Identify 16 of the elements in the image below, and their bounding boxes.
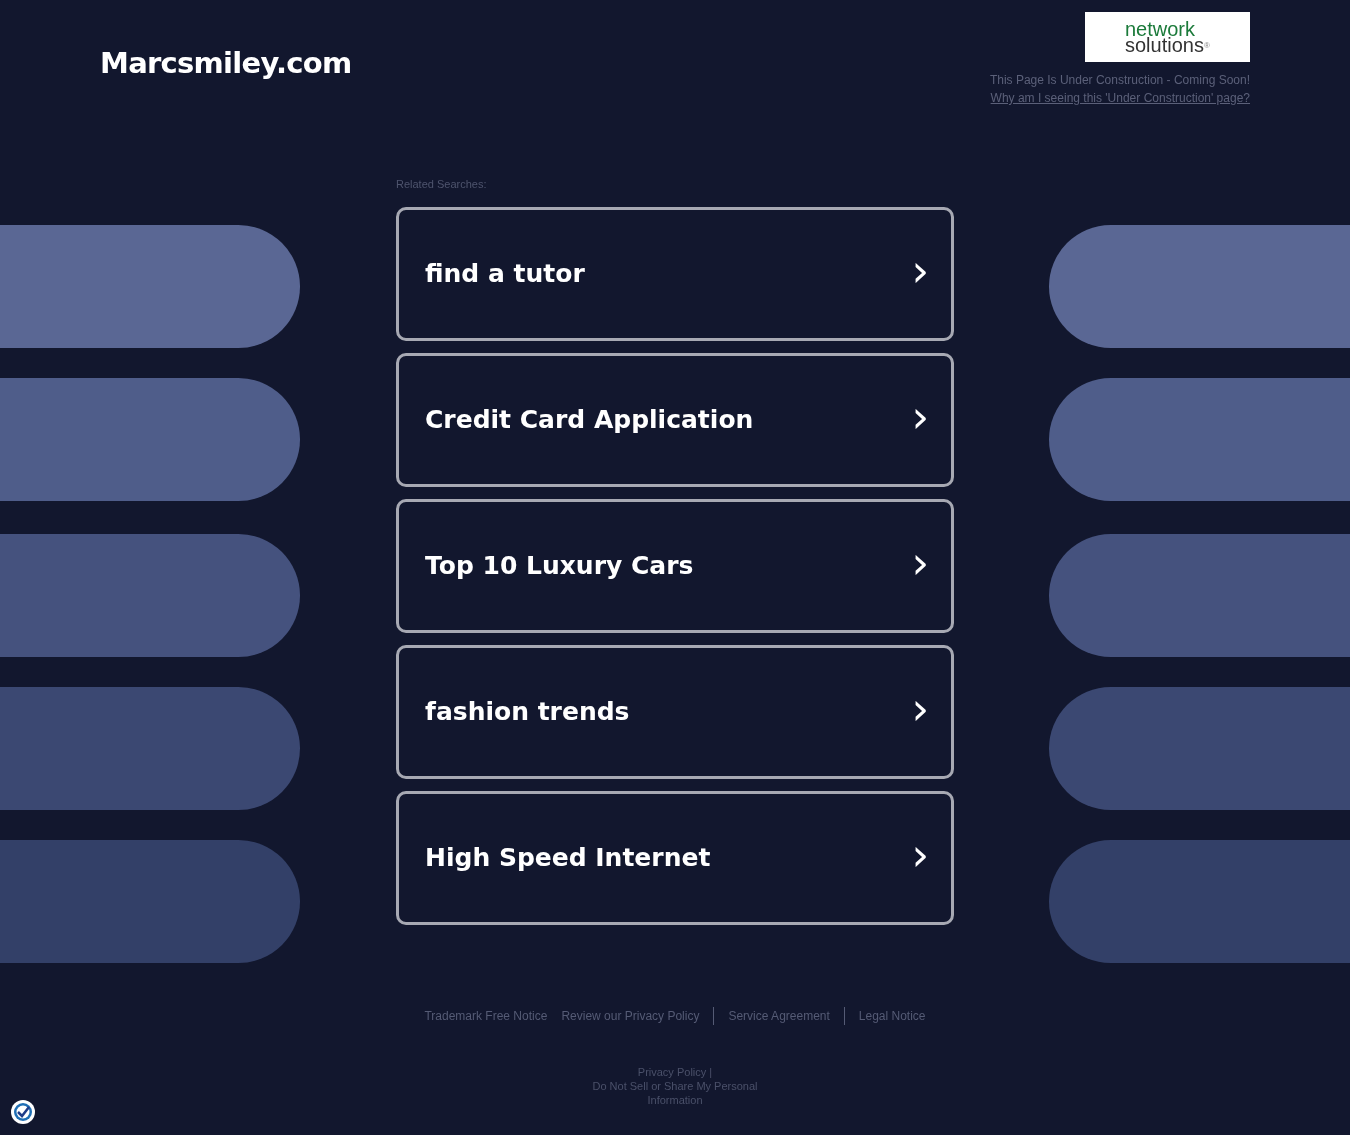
why-link[interactable]: Why am I seeing this 'Under Construction' page? <box>990 89 1250 107</box>
privacy-badge-icon[interactable] <box>10 1099 36 1125</box>
related-search-link[interactable]: Top 10 Luxury Cars › <box>396 498 954 633</box>
footer-link[interactable]: Trademark Free Notice <box>424 1006 548 1025</box>
footer-link[interactable]: Review our Privacy Policy <box>561 1006 700 1025</box>
privacy-link[interactable]: Privacy Policy | <box>580 1064 770 1079</box>
related-searches-label: Related Searches: <box>396 177 488 192</box>
site-title: Marcsmiley.com <box>100 45 352 82</box>
construction-notice: This Page Is Under Construction - Coming Soon! <box>989 72 1250 89</box>
related-search-link[interactable]: High Speed Internet › <box>396 790 954 925</box>
related-search-link[interactable]: find a tutor › <box>396 206 954 341</box>
related-search-link[interactable]: Credit Card Application › <box>396 352 954 487</box>
network-solutions-logo[interactable]: network solutions$^{®}$ <box>1085 12 1250 62</box>
footer-link[interactable]: Legal Notice <box>858 1006 926 1025</box>
related-search-link[interactable]: fashion trends › <box>396 644 954 779</box>
footer-link[interactable]: Service Agreement <box>728 1006 830 1025</box>
